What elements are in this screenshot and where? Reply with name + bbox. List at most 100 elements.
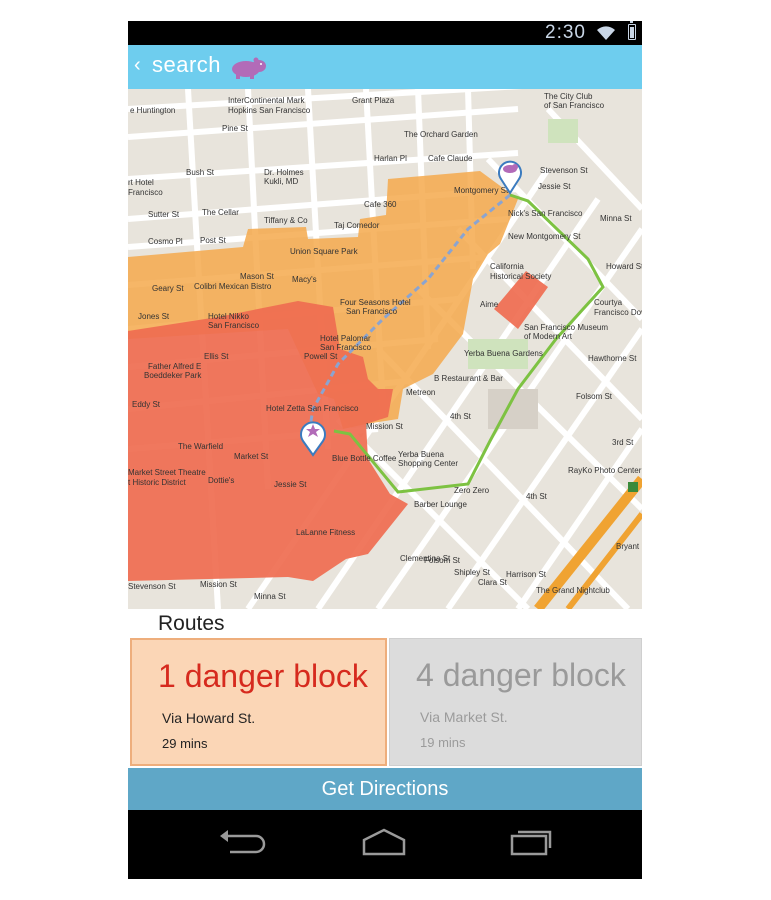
map-label: 4th St	[450, 412, 472, 421]
map-label: San Francisco	[320, 343, 372, 352]
map-label: Post St	[200, 236, 227, 245]
map-label: Nick's San Francisco	[508, 209, 583, 218]
map-label: The Warfield	[178, 442, 223, 451]
route-count-number: 4	[416, 657, 434, 693]
map-label: 4th St	[526, 492, 548, 501]
map-label: New Montgomery St	[508, 232, 581, 241]
map-label: Jones St	[138, 312, 170, 321]
map-label: Four Seasons Hotel	[340, 298, 411, 307]
map-label: of Modern Art	[524, 332, 573, 341]
building-area	[488, 389, 538, 429]
map-label: Colibri Mexican Bistro	[194, 282, 272, 291]
map-label: Kukli, MD	[264, 177, 298, 186]
map-label: Macy's	[292, 275, 317, 284]
map-label: The Cellar	[202, 208, 239, 217]
map-label: Dr. Holmes	[264, 168, 304, 177]
map-label: Mission St	[366, 422, 404, 431]
map-label: Grant Plaza	[352, 96, 395, 105]
map-label: Clara St	[478, 578, 508, 587]
map-label: Zero Zero	[454, 486, 490, 495]
map-label: Hawthorne St	[588, 354, 637, 363]
map-view[interactable]: InterContinental Mark Hopkins San Franci…	[128, 89, 642, 609]
map-label: Stevenson St	[128, 582, 176, 591]
map-label: Harlan Pl	[374, 154, 407, 163]
back-chevron-icon[interactable]: ‹	[134, 54, 141, 77]
map-label: Market St	[234, 452, 269, 461]
route-danger-count: 4 danger block	[416, 657, 626, 694]
map-label: Harrison St	[506, 570, 547, 579]
route-time: 29 mins	[162, 736, 208, 751]
map-label: The City Club	[544, 92, 593, 101]
map-label: Jessie St	[538, 182, 571, 191]
map-label: Cosmo Pl	[148, 237, 183, 246]
nav-back-icon[interactable]	[216, 828, 268, 858]
android-nav-bar	[128, 810, 642, 879]
wifi-icon	[596, 25, 616, 46]
map-label: The Orchard Garden	[404, 130, 478, 139]
map-label: Hotel Palomar	[320, 334, 371, 343]
park-area	[548, 119, 578, 143]
map-label: Shopping Center	[398, 459, 458, 468]
map-label: Cafe Claude	[428, 154, 473, 163]
map-label: RayKo Photo Center	[568, 466, 642, 475]
map-label: Powell St	[304, 352, 338, 361]
map-label: Montgomery St	[454, 186, 509, 195]
map-label: Boeddeker Park	[144, 371, 202, 380]
route-via: Via Howard St.	[162, 710, 256, 726]
map-label: Bush St	[186, 168, 215, 177]
map-label: San Francisco	[346, 307, 398, 316]
search-bar[interactable]: ‹ search	[128, 45, 642, 89]
map-label: Hotel Nikko	[208, 312, 249, 321]
route-danger-count: 1 danger block	[158, 658, 368, 695]
get-directions-button[interactable]: Get Directions	[128, 768, 642, 810]
routes-header: Routes	[128, 609, 642, 638]
search-label[interactable]: search	[152, 52, 221, 78]
route-count-number: 1	[158, 658, 176, 694]
map-label: Market Street Theatre	[128, 468, 206, 477]
map-label: Shipley St	[454, 568, 491, 577]
map-label: Metreon	[406, 388, 435, 397]
map-label: Francisco	[128, 188, 163, 197]
map-label: Geary St	[152, 284, 184, 293]
status-clock: 2:30	[545, 22, 586, 43]
map-label: Howard St	[606, 262, 642, 271]
map-label: Barber Lounge	[414, 500, 467, 509]
map-label: Stevenson St	[540, 166, 588, 175]
routes-title: Routes	[158, 612, 225, 635]
route-options: 1 danger block Via Howard St. 29 mins 4 …	[128, 638, 642, 768]
map-label: 3rd St	[612, 438, 634, 447]
map-label: Courtya	[594, 298, 623, 307]
map-label: Francisco Dov	[594, 308, 642, 317]
map-label: e Huntington	[130, 106, 175, 115]
map-label: InterContinental Mark	[228, 96, 305, 105]
map-label: Taj Comedor	[334, 221, 380, 230]
map-label: Mission St	[200, 580, 238, 589]
map-label: San Francisco	[208, 321, 260, 330]
map-label: Clementina St	[400, 554, 451, 563]
map-label: of San Francisco	[544, 101, 605, 110]
map-label: Hopkins San Francisco	[228, 106, 311, 115]
map-label: Cafe 360	[364, 200, 397, 209]
map-label: Father Alfred E	[148, 362, 201, 371]
map-label: Historical Society	[490, 272, 551, 281]
map-label: California	[490, 262, 524, 271]
battery-icon	[628, 21, 636, 40]
map-label: San Francisco Museum	[524, 323, 608, 332]
route-option-market[interactable]: 4 danger block Via Market St. 19 mins	[389, 638, 642, 766]
route-via: Via Market St.	[420, 709, 508, 725]
map-label: Pine St	[222, 124, 249, 133]
nav-home-icon[interactable]	[358, 828, 410, 858]
route-option-howard[interactable]: 1 danger block Via Howard St. 29 mins	[130, 638, 387, 766]
map-label: Bryant	[616, 542, 640, 551]
map-label: Minna St	[254, 592, 286, 601]
map-label: Union Square Park	[290, 247, 359, 256]
status-bar: 2:30	[128, 21, 642, 45]
map-label: LaLanne Fitness	[296, 528, 355, 537]
map-label: B Restaurant & Bar	[434, 374, 503, 383]
map-label: Folsom St	[576, 392, 613, 401]
route-count-label: danger block	[184, 658, 368, 694]
map-label: The Grand Nightclub	[536, 586, 610, 595]
map-label: Tiffany & Co	[264, 216, 308, 225]
nav-recents-icon[interactable]	[502, 828, 554, 858]
map-label: Eddy St	[132, 400, 161, 409]
